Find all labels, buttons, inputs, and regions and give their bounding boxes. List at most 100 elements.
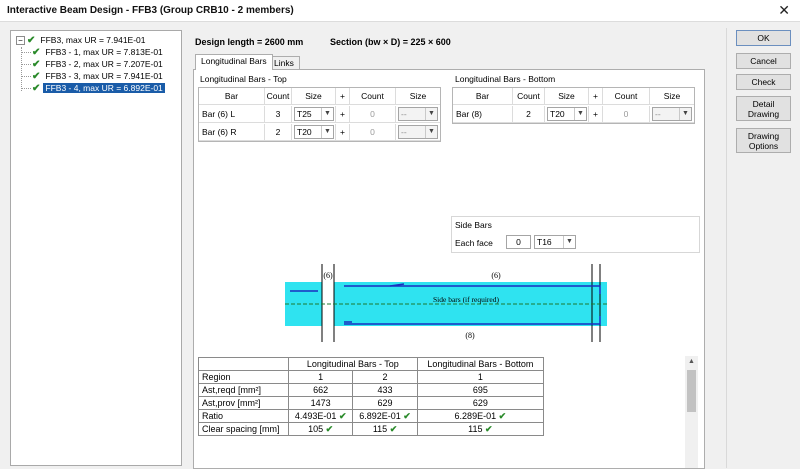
value: 2 <box>382 372 388 382</box>
drawing-options-button[interactable]: Drawing Options <box>736 128 791 153</box>
col-size: Size <box>292 88 336 105</box>
results-table: Longitudinal Bars - Top Longitudinal Bar… <box>198 357 545 436</box>
size2-select: -- ▼ <box>652 107 692 121</box>
detail-drawing-button[interactable]: Detail Drawing <box>736 96 791 121</box>
side-bars-title: Side Bars <box>455 220 492 230</box>
size2-select: -- ▼ <box>398 107 438 121</box>
tab-longitudinal-bars[interactable]: Longitudinal Bars <box>195 54 273 70</box>
size-value: -- <box>401 127 407 137</box>
cell-value: 1 <box>287 370 354 384</box>
scrollbar-thumb[interactable] <box>687 370 696 412</box>
col-count2: Count <box>603 88 650 105</box>
value: 115 <box>372 423 388 434</box>
bottom-bars-title: Longitudinal Bars - Bottom <box>455 74 556 84</box>
tree-item-label: FFB3 - 4, max UR = 6.892E-01 <box>43 83 165 93</box>
check-icon: ✔ <box>32 71 41 82</box>
close-icon[interactable]: ✕ <box>778 2 790 19</box>
tree-item-ffb3-2[interactable]: ✔ FFB3 - 2, max UR = 7.207E-01 <box>32 58 165 70</box>
bar-count[interactable]: 2 <box>513 106 545 123</box>
tree-item-ffb3-4[interactable]: ✔ FFB3 - 4, max UR = 6.892E-01 <box>32 82 165 94</box>
size-value: T16 <box>537 237 552 247</box>
value: 629 <box>472 398 488 408</box>
label-bottom: (8) <box>465 331 475 340</box>
bar-count2: 0 <box>350 124 396 141</box>
header-cell: Longitudinal Bars - Top <box>288 357 418 371</box>
size2-select: -- ▼ <box>398 125 438 139</box>
cancel-button[interactable]: Cancel <box>736 53 791 69</box>
side-bars-count-input[interactable]: 0 <box>506 235 531 249</box>
tree-item-ffb3-3[interactable]: ✔ FFB3 - 3, max UR = 7.941E-01 <box>32 70 165 82</box>
tree-root[interactable]: − ✔ FFB3, max UR = 7.941E-01 <box>16 34 148 46</box>
value: 433 <box>377 385 393 395</box>
grid-header-row: Bar Count Size + Count Size <box>453 88 694 105</box>
side-bars-size-select[interactable]: T16 ▼ <box>534 235 576 249</box>
cell-value: 105 ✔ <box>287 422 354 436</box>
check-icon: ✔ <box>27 35 36 46</box>
size-cell: -- ▼ <box>650 106 694 123</box>
size-select[interactable]: T25 ▼ <box>294 107 334 121</box>
tree-item-ffb3-1[interactable]: ✔ FFB3 - 1, max UR = 7.813E-01 <box>32 46 165 58</box>
chevron-down-icon: ▼ <box>563 236 575 248</box>
check-icon: ✔ <box>325 423 334 434</box>
scroll-up-icon[interactable]: ▲ <box>688 358 695 365</box>
table-row: Ast,reqd [mm²] 662 433 695 <box>198 383 545 397</box>
value: 662 <box>313 385 329 395</box>
divider <box>726 28 727 468</box>
bar-name: Bar (8) <box>453 106 513 123</box>
col-size2: Size <box>409 91 427 101</box>
bar-count2: 0 <box>603 106 650 123</box>
check-icon: ✔ <box>389 423 398 434</box>
value: 695 <box>472 385 488 395</box>
row-label: Ast,prov [mm²] <box>198 396 289 410</box>
bar-name: Bar (6) L <box>199 106 265 123</box>
bar-count2: 0 <box>350 106 396 123</box>
table-header-row: Longitudinal Bars - Top Longitudinal Bar… <box>198 357 545 371</box>
cell-value: 433 <box>352 383 418 397</box>
table-row[interactable]: Bar (6) R 2 T20 ▼ + 0 -- ▼ <box>199 124 440 141</box>
label-top-mid: (6) <box>491 271 501 280</box>
table-row: Clear spacing [mm] 105 ✔ 115 ✔ 115 ✔ <box>198 422 545 436</box>
side-bars-group: Side Bars Each face 0 T16 ▼ <box>451 216 700 253</box>
tree-item-label: FFB3 - 1, max UR = 7.813E-01 <box>45 47 163 57</box>
size-cell: T20 ▼ <box>545 106 589 123</box>
size-select[interactable]: T20 ▼ <box>547 107 587 121</box>
table-row[interactable]: Bar (6) L 3 T25 ▼ + 0 -- ▼ <box>199 106 440 123</box>
col-plus: + <box>336 88 350 105</box>
title-bar: Interactive Beam Design - FFB3 (Group CR… <box>0 0 800 22</box>
cell-value: 6.289E-01 ✔ <box>416 409 545 423</box>
value: 4.493E-01 <box>294 410 337 421</box>
table-row: Ast,prov [mm²] 1473 629 629 <box>198 396 545 410</box>
ok-button[interactable]: OK <box>736 30 791 46</box>
size-cell: -- ▼ <box>396 106 440 123</box>
tab-links[interactable]: Links <box>268 56 300 70</box>
table-row[interactable]: Bar (8) 2 T20 ▼ + 0 -- ▼ <box>453 106 694 123</box>
col-size: Size <box>545 88 589 105</box>
chevron-down-icon: ▼ <box>425 108 437 120</box>
check-icon: ✔ <box>32 47 41 58</box>
value: 1 <box>318 372 324 382</box>
member-tree[interactable]: − ✔ FFB3, max UR = 7.941E-01 ✔ FFB3 - 1, ma… <box>10 30 182 466</box>
results-scrollbar[interactable]: ▲ <box>685 356 698 468</box>
value: 6.289E-01 <box>454 410 497 421</box>
header-cell: Longitudinal Bars - Bottom <box>416 357 545 371</box>
bar-count[interactable]: 3 <box>265 106 292 123</box>
col-count: Count <box>513 88 545 105</box>
value: 1 <box>477 372 483 382</box>
check-button[interactable]: Check <box>736 74 791 90</box>
bar-count[interactable]: 2 <box>265 124 292 141</box>
collapse-icon[interactable]: − <box>16 36 25 46</box>
size-select[interactable]: T20 ▼ <box>294 125 334 139</box>
value: 115 <box>468 423 483 434</box>
grid-header-row: Bar Count Size + Count Size <box>199 88 440 105</box>
cell-value: 4.493E-01 ✔ <box>287 409 354 423</box>
cell-value: 115 ✔ <box>416 422 545 436</box>
bar-name: Bar (6) R <box>199 124 265 141</box>
chevron-down-icon: ▼ <box>321 108 333 120</box>
row-label: Region <box>198 370 289 384</box>
plus-sign: + <box>336 106 350 123</box>
header-cell <box>198 357 289 371</box>
label-top-left: (6) <box>323 271 333 280</box>
chevron-down-icon: ▼ <box>679 108 691 120</box>
table-row: Region 1 2 1 <box>198 370 545 384</box>
col-plus: + <box>589 88 603 105</box>
